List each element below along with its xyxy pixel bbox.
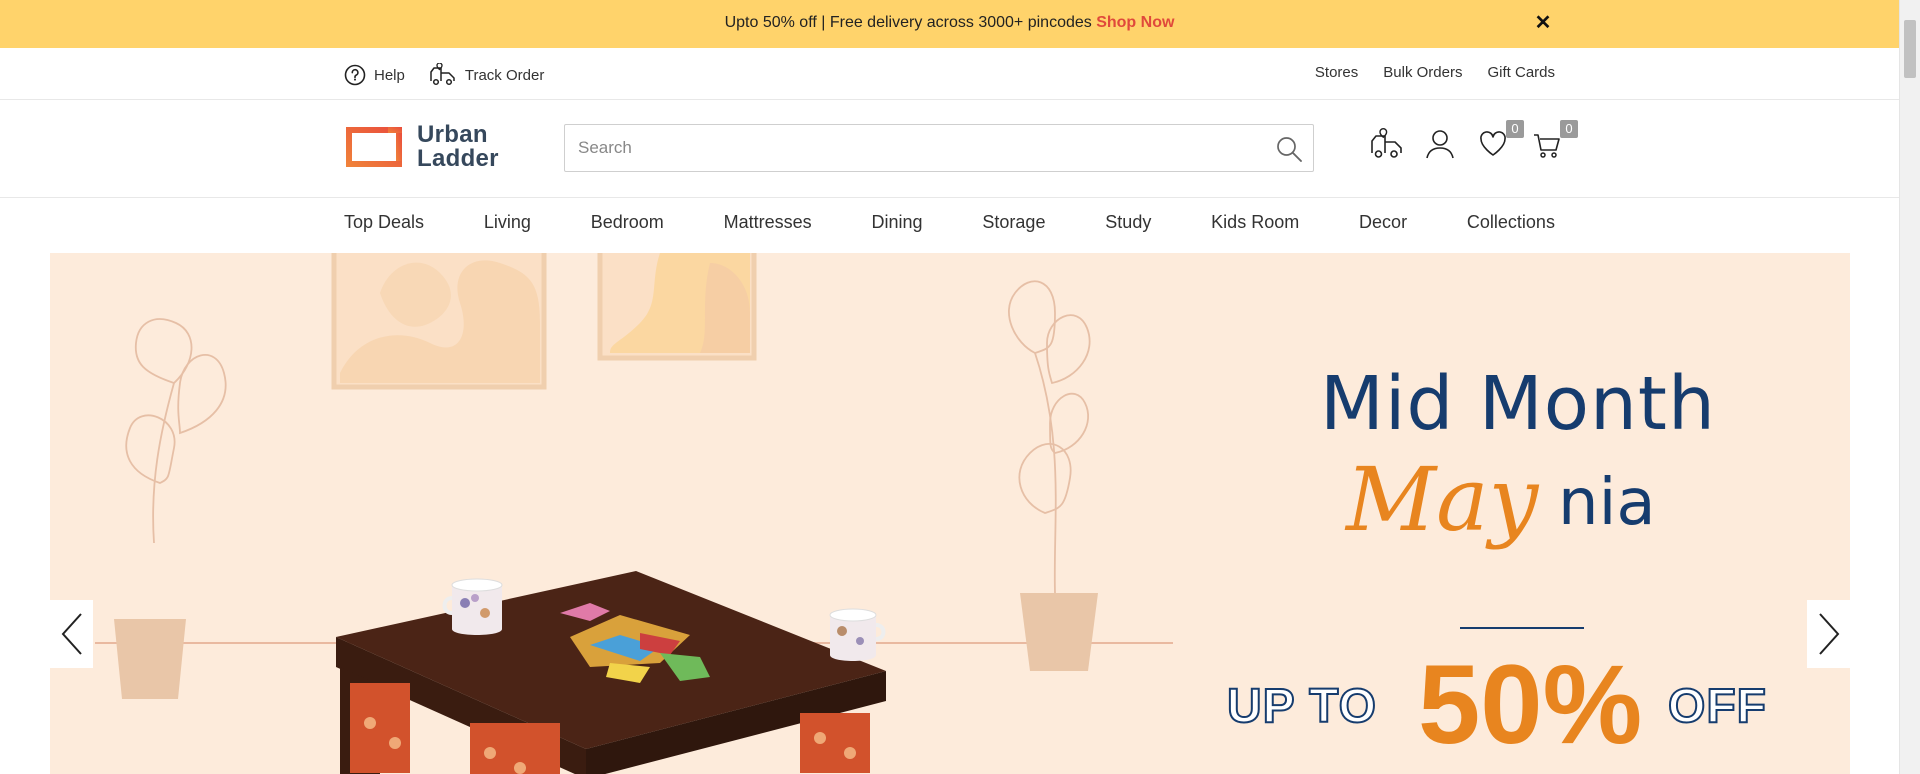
wishlist-count-badge: 0	[1506, 120, 1524, 138]
chevron-right-icon	[1818, 613, 1839, 655]
wishlist-button[interactable]: 0	[1478, 120, 1524, 160]
cart-icon	[1534, 134, 1560, 158]
header: Urban Ladder 0 0	[0, 100, 1899, 198]
shop-now-link[interactable]: Shop Now	[1096, 14, 1174, 31]
hero-headline-mid-month: Mid Month	[1320, 361, 1716, 447]
logo-mark-icon	[346, 125, 404, 167]
help-icon	[344, 64, 366, 86]
heart-icon	[1480, 131, 1506, 156]
nav-item-bedroom[interactable]: Bedroom	[591, 212, 664, 233]
utility-bar: Help Track Order Stores Bulk Orders Gift…	[0, 48, 1899, 100]
search-box	[564, 124, 1314, 172]
nav-item-study[interactable]: Study	[1105, 212, 1151, 233]
nav-item-collections[interactable]: Collections	[1467, 212, 1555, 233]
track-order-button[interactable]	[1370, 128, 1402, 160]
mug-left	[442, 578, 503, 635]
search-input[interactable]	[565, 125, 1255, 171]
plant-right	[1008, 280, 1091, 594]
cart-button[interactable]: 0	[1532, 120, 1578, 160]
nav-item-mattresses[interactable]: Mattresses	[724, 212, 812, 233]
stores-link[interactable]: Stores	[1315, 64, 1358, 81]
user-icon	[1426, 130, 1454, 159]
hero-upto-text: UP TO	[1226, 679, 1377, 734]
hero-discount-percent: 50%	[1418, 642, 1643, 767]
category-nav: Top Deals Living Bedroom Mattresses Dini…	[0, 198, 1899, 253]
plant-left	[125, 318, 227, 544]
hero-divider	[1460, 627, 1584, 629]
track-order-link[interactable]: Track Order	[429, 63, 544, 87]
carousel-next-button[interactable]	[1807, 600, 1850, 668]
wall-art-frame-left	[331, 253, 547, 390]
cart-count-badge: 0	[1560, 120, 1578, 138]
promo-message: Upto 50% off | Free delivery across 3000…	[724, 14, 1097, 31]
account-button[interactable]	[1424, 128, 1456, 160]
help-link[interactable]: Help	[344, 64, 405, 86]
hero-headline-nia: nia	[1558, 466, 1656, 540]
coffee-table	[336, 571, 886, 774]
track-order-label: Track Order	[464, 66, 545, 84]
hero-off-text: OFF	[1667, 679, 1767, 734]
nav-item-storage[interactable]: Storage	[982, 212, 1045, 233]
promo-text: Upto 50% off | Free delivery across 3000…	[0, 14, 1899, 32]
nav-item-dining[interactable]: Dining	[872, 212, 923, 233]
logo-text-line2: Ladder	[417, 145, 499, 172]
scrollbar-thumb[interactable]	[1904, 20, 1916, 78]
nav-item-decor[interactable]: Decor	[1359, 212, 1407, 233]
hero-banner[interactable]: Mid Month May nia UP TO 50% OFF	[50, 253, 1850, 774]
wall-art-frame-right	[597, 253, 757, 361]
logo[interactable]: Urban Ladder	[344, 123, 499, 171]
mug-right	[829, 608, 886, 661]
carousel-prev-button[interactable]	[50, 600, 93, 668]
close-icon[interactable]: ✕	[1532, 12, 1554, 34]
search-icon[interactable]	[1275, 135, 1303, 163]
bulk-orders-link[interactable]: Bulk Orders	[1383, 64, 1462, 81]
nav-item-kids-room[interactable]: Kids Room	[1211, 212, 1299, 233]
nav-item-top-deals[interactable]: Top Deals	[344, 212, 424, 233]
nav-item-living[interactable]: Living	[484, 212, 531, 233]
hero-headline-script: May	[1346, 448, 1539, 551]
gift-cards-link[interactable]: Gift Cards	[1487, 64, 1555, 81]
promo-bar: Upto 50% off | Free delivery across 3000…	[0, 0, 1899, 48]
logo-text-line1: Urban	[417, 121, 488, 148]
delivery-truck-icon	[430, 63, 455, 86]
help-label: Help	[374, 66, 405, 84]
delivery-truck-icon	[1371, 128, 1402, 158]
chevron-left-icon	[61, 613, 82, 655]
page-scrollbar[interactable]	[1899, 0, 1920, 774]
